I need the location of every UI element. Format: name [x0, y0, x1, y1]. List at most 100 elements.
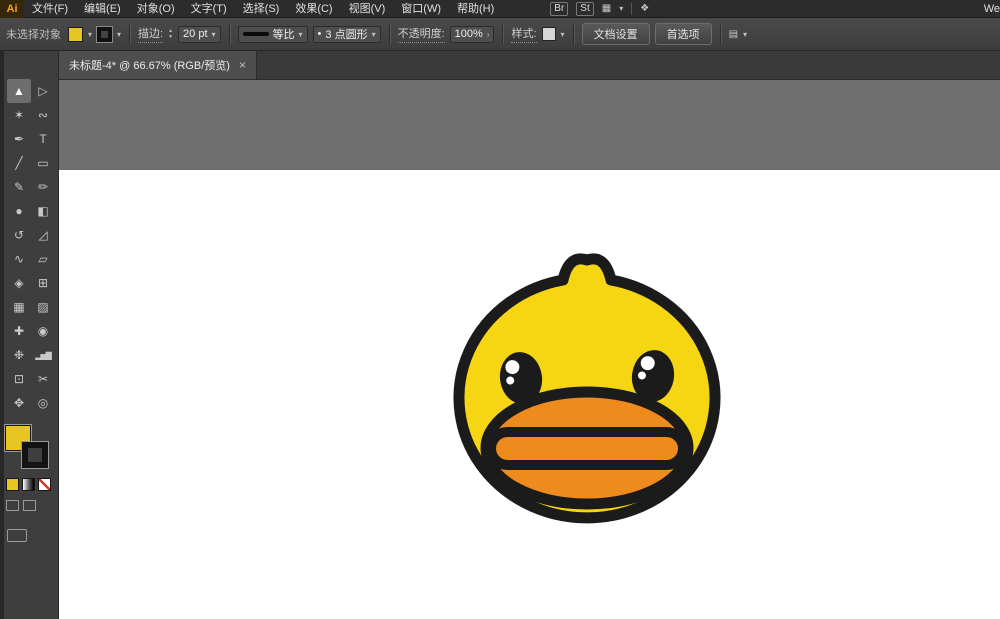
separator	[502, 24, 503, 44]
tab-close-icon[interactable]: ×	[239, 58, 246, 72]
stepper-down-icon[interactable]: ▼	[168, 35, 173, 40]
rotate-tool[interactable]: ↺	[7, 223, 31, 247]
stock-button[interactable]: St	[576, 2, 593, 16]
brush-preview-dot: •	[318, 28, 322, 40]
draw-mode-buttons	[6, 500, 36, 511]
preferences-button[interactable]: 首选项	[655, 23, 712, 45]
magic-wand-tool[interactable]: ✶	[7, 103, 31, 127]
screen-mode-icon[interactable]	[7, 529, 27, 542]
draw-normal-icon[interactable]	[6, 500, 19, 511]
draw-behind-icon[interactable]	[23, 500, 36, 511]
width-profile-dropdown[interactable]: 等比 ▾	[238, 26, 308, 43]
shape-builder-tool[interactable]: ◈	[7, 271, 31, 295]
tools-panel: ▲ ▷ ✶ ∾ ✒ T ╱ ▭ ✎ ✏ ● ◧ ↺ ◿ ∿ ▱ ◈ ⊞ ▦ ▨ …	[4, 51, 59, 619]
style-chevron-down-icon[interactable]: ▾	[561, 30, 565, 39]
document-setup-button[interactable]: 文档设置	[582, 23, 650, 45]
style-swatch[interactable]	[542, 27, 556, 41]
chevron-down-icon[interactable]: ▾	[212, 30, 216, 39]
pasteboard	[59, 80, 1000, 619]
mesh-tool[interactable]: ▦	[7, 295, 31, 319]
menu-help[interactable]: 帮助(H)	[449, 0, 502, 18]
hand-tool[interactable]: ✥	[7, 391, 31, 415]
control-bar: 未选择对象 ▾ ▾ 描边: ▲ ▼ 20 pt ▾ 等比 ▾ • 3 点圆形 ▾…	[0, 18, 1000, 51]
separator	[129, 24, 130, 44]
selection-tool[interactable]: ▲	[7, 79, 31, 103]
pen-tool[interactable]: ✒	[7, 127, 31, 151]
stroke-panel-link[interactable]: 描边:	[138, 25, 163, 43]
fill-stroke-swatches	[5, 425, 51, 471]
stepper-up-icon[interactable]: ▲	[168, 29, 173, 34]
document-tab[interactable]: 未标题-4* @ 66.67% (RGB/预览) ×	[59, 51, 257, 79]
menu-window[interactable]: 窗口(W)	[393, 0, 449, 18]
menu-effect[interactable]: 效果(C)	[287, 0, 340, 18]
workspace-name-partial[interactable]: We	[984, 3, 1000, 15]
chevron-down-icon: ▾	[619, 4, 623, 13]
scale-tool[interactable]: ◿	[31, 223, 55, 247]
separator	[720, 24, 721, 44]
chevron-down-icon[interactable]: ▾	[299, 30, 303, 39]
menu-file[interactable]: 文件(F)	[24, 0, 76, 18]
pencil-tool[interactable]: ✏	[31, 175, 55, 199]
free-transform-tool[interactable]: ▱	[31, 247, 55, 271]
zoom-tool[interactable]: ◎	[31, 391, 55, 415]
opacity-panel-link[interactable]: 不透明度:	[398, 25, 445, 43]
workspace-switcher-icon[interactable]: ▦	[602, 3, 611, 14]
stroke-weight-stepper[interactable]: ▲ ▼	[168, 29, 173, 40]
menu-view[interactable]: 视图(V)	[341, 0, 394, 18]
style-panel-link[interactable]: 样式:	[511, 25, 536, 43]
gradient-button[interactable]	[22, 478, 35, 491]
fill-chevron-down-icon[interactable]: ▾	[88, 30, 92, 39]
duck-artwork[interactable]	[427, 248, 747, 548]
width-profile-value: 等比	[273, 26, 295, 42]
fill-color-swatch[interactable]	[68, 27, 83, 42]
slice-tool[interactable]: ✂	[31, 367, 55, 391]
document-tab-title: 未标题-4* @ 66.67% (RGB/预览)	[69, 57, 230, 73]
tools-grid: ▲ ▷ ✶ ∾ ✒ T ╱ ▭ ✎ ✏ ● ◧ ↺ ◿ ∿ ▱ ◈ ⊞ ▦ ▨ …	[7, 79, 55, 415]
opacity-field[interactable]: 100% ›	[450, 26, 495, 43]
separator	[389, 24, 390, 44]
stroke-weight-value: 20 pt	[183, 28, 207, 40]
chevron-down-icon[interactable]: ▾	[372, 30, 376, 39]
stroke-profile-preview	[243, 32, 269, 36]
rectangle-tool[interactable]: ▭	[31, 151, 55, 175]
blend-tool[interactable]: ◉	[31, 319, 55, 343]
menubar-separator	[631, 3, 632, 15]
symbol-sprayer-tool[interactable]: ❉	[7, 343, 31, 367]
menu-object[interactable]: 对象(O)	[129, 0, 183, 18]
menu-type[interactable]: 文字(T)	[183, 0, 235, 18]
menu-edit[interactable]: 编辑(E)	[76, 0, 129, 18]
width-tool[interactable]: ∿	[7, 247, 31, 271]
app-logo: Ai	[0, 0, 24, 18]
chevron-down-icon[interactable]: ▾	[743, 30, 747, 39]
direct-selection-tool[interactable]: ▷	[31, 79, 55, 103]
lasso-tool[interactable]: ∾	[31, 103, 55, 127]
stroke-chevron-down-icon[interactable]: ▾	[117, 30, 121, 39]
toolbar-stroke-swatch[interactable]	[22, 442, 48, 468]
color-button[interactable]	[6, 478, 19, 491]
menu-select[interactable]: 选择(S)	[235, 0, 288, 18]
stroke-weight-field[interactable]: 20 pt ▾	[178, 26, 220, 43]
artboard-tool[interactable]: ⊡	[7, 367, 31, 391]
blob-brush-tool[interactable]: ●	[7, 199, 31, 223]
opacity-flyout-icon[interactable]: ›	[487, 30, 490, 39]
control-panel-menu-icon[interactable]: ▤	[729, 29, 738, 40]
selection-status: 未选择对象	[6, 26, 61, 42]
menubar: Ai 文件(F) 编辑(E) 对象(O) 文字(T) 选择(S) 效果(C) 视…	[0, 0, 1000, 18]
stroke-color-swatch[interactable]	[97, 27, 112, 42]
type-tool[interactable]: T	[31, 127, 55, 151]
opacity-value: 100%	[455, 28, 483, 40]
bridge-button[interactable]: Br	[550, 2, 568, 16]
duck-mouth	[491, 432, 683, 465]
brush-definition-dropdown[interactable]: • 3 点圆形 ▾	[313, 26, 381, 43]
none-button[interactable]	[38, 478, 51, 491]
perspective-grid-tool[interactable]: ⊞	[31, 271, 55, 295]
document-tab-bar: 未标题-4* @ 66.67% (RGB/预览) ×	[59, 51, 1000, 80]
services-icon[interactable]: ❖	[640, 3, 649, 14]
line-segment-tool[interactable]: ╱	[7, 151, 31, 175]
eraser-tool[interactable]: ◧	[31, 199, 55, 223]
gradient-tool[interactable]: ▨	[31, 295, 55, 319]
column-graph-tool[interactable]: ▂▅▇	[31, 343, 55, 367]
eyedropper-tool[interactable]: ✚	[7, 319, 31, 343]
paintbrush-tool[interactable]: ✎	[7, 175, 31, 199]
separator	[573, 24, 574, 44]
